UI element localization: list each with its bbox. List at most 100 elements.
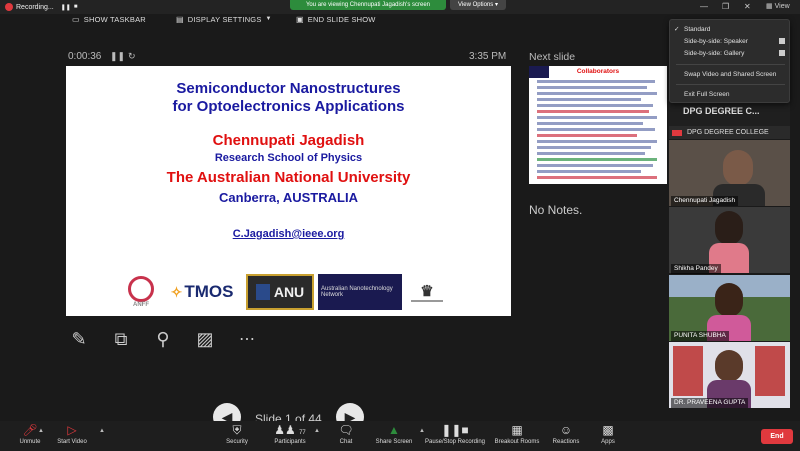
thumb-text-line xyxy=(537,98,641,101)
anff-logo-text: ANFF xyxy=(133,302,149,308)
more-options-icon[interactable]: ⋯ xyxy=(234,326,260,352)
menu-item-label: Side-by-side: Speaker xyxy=(684,38,748,45)
share-options-chevron-icon[interactable]: ▲ xyxy=(419,428,425,434)
gov-crest-text-line xyxy=(411,300,443,302)
microphone-muted-icon: 🎤︎ xyxy=(22,423,38,437)
tmos-logo-text: TMOS xyxy=(184,282,234,301)
security-button[interactable]: ⛨ Security xyxy=(207,423,267,446)
participant-count: 77 xyxy=(299,430,306,436)
display-settings-button[interactable]: ▤ DISPLAY SETTINGS ▼ xyxy=(176,12,272,26)
security-label: Security xyxy=(226,439,248,445)
apps-label: Apps xyxy=(601,439,615,445)
next-slide-title: Collaborators xyxy=(576,68,620,75)
zoom-icon[interactable]: ⚲ xyxy=(150,326,176,352)
see-all-slides-icon[interactable]: ⧉ xyxy=(108,326,134,352)
view-options-button[interactable]: View Options ▾ xyxy=(450,0,506,10)
shield-icon: ⛨ xyxy=(232,423,242,437)
end-meeting-button[interactable]: End xyxy=(761,429,793,444)
unmute-label: Unmute xyxy=(19,439,41,445)
thumb-text-line xyxy=(537,92,657,95)
participant-head xyxy=(715,350,743,382)
end-show-icon: ▣ xyxy=(296,14,304,24)
share-screen-button[interactable]: ▲ Share Screen xyxy=(364,423,424,446)
taskbar-icon: ▭ xyxy=(72,14,80,24)
participant-name-tag: Shikha Pandey xyxy=(671,264,721,274)
restore-icon[interactable]: ❐ xyxy=(722,2,729,11)
chat-label: Chat xyxy=(339,439,353,445)
anff-mark-icon xyxy=(128,276,154,302)
thumb-text-line xyxy=(537,116,657,119)
gov-crest-logo: ♛ xyxy=(406,274,448,310)
recording-label: Recording... xyxy=(16,3,54,11)
layout-icon xyxy=(779,38,785,44)
menu-item-exit-full-screen[interactable]: Exit Full Screen xyxy=(670,89,791,100)
menu-item-standard[interactable]: ✓ Standard xyxy=(670,24,791,35)
reactions-label: Reactions xyxy=(552,439,580,445)
next-slide-thumbnail[interactable]: Collaborators xyxy=(529,66,667,184)
slide-timer: 0:00:36 xyxy=(68,51,102,62)
close-icon[interactable]: ✕ xyxy=(744,2,751,11)
display-icon: ▤ xyxy=(176,14,184,24)
slide-author: Chennupati Jagadish xyxy=(212,132,365,149)
menu-item-label: Exit Full Screen xyxy=(684,91,730,98)
layout-icon xyxy=(779,50,785,56)
thumb-text-line xyxy=(537,128,655,131)
pause-timer-icon[interactable]: ❚❚ xyxy=(110,51,125,62)
thumb-text-line xyxy=(537,164,653,167)
anu-crest-icon xyxy=(255,284,270,300)
ann-logo-text: Australian Nanotechnology Network xyxy=(321,286,393,298)
thumb-text-line xyxy=(537,140,657,143)
participants-label: Participants xyxy=(274,439,306,445)
start-video-button[interactable]: ▷ Start Video xyxy=(42,424,102,446)
thumb-text-line xyxy=(537,158,657,161)
slide-email-link[interactable]: C.Jagadish@ieee.org xyxy=(66,228,511,240)
participant-name-tag: DR. PRAVEENA GUPTA xyxy=(671,398,749,408)
minimize-icon[interactable]: — xyxy=(700,2,708,11)
pause-recording-icon[interactable]: ❚❚ xyxy=(61,4,71,11)
slide-title-line1: Semiconductor Nanostructures xyxy=(176,80,401,97)
thumb-text-line xyxy=(537,134,637,137)
menu-item-side-by-side-speaker[interactable]: Side-by-side: Speaker xyxy=(670,36,791,47)
view-button[interactable]: ▦ View xyxy=(766,2,790,11)
ann-logo: Australian Nanotechnology Network xyxy=(318,274,402,310)
viewing-banner: You are viewing Chennupati Jagadish's sc… xyxy=(290,0,446,10)
record-label: Pause/Stop Recording xyxy=(424,439,486,445)
speaker-notes: No Notes. xyxy=(529,203,583,217)
participant-head xyxy=(723,150,753,186)
pen-icon[interactable]: ✎ xyxy=(66,326,92,352)
show-taskbar-button[interactable]: ▭ SHOW TASKBAR xyxy=(72,12,146,26)
end-slide-show-button[interactable]: ▣ END SLIDE SHOW xyxy=(296,12,376,26)
muted-mic-icon xyxy=(672,130,682,136)
slide-location: Canberra, AUSTRALIA xyxy=(219,190,358,205)
video-options-chevron-icon[interactable]: ▲ xyxy=(99,428,105,434)
participants-button[interactable]: ♟♟ 77 Participants xyxy=(260,424,320,446)
pause-stop-recording-button[interactable]: ❚❚■ Pause/Stop Recording xyxy=(424,423,486,446)
apps-button[interactable]: ▩ Apps xyxy=(578,423,638,446)
gallery-band: DPG DEGREE COLLEGE xyxy=(669,126,790,139)
annotation-tools: ✎ ⧉ ⚲ ▨ ⋯ xyxy=(66,326,260,352)
apps-icon: ▩ xyxy=(602,423,614,437)
stop-recording-icon[interactable]: ■ xyxy=(74,4,78,10)
anff-logo: ANFF xyxy=(124,274,158,310)
share-screen-icon: ▲ xyxy=(388,423,400,437)
thumb-text-line xyxy=(537,146,651,149)
slide-university: The Australian National University xyxy=(166,169,411,186)
menu-item-side-by-side-gallery[interactable]: Side-by-side: Gallery xyxy=(670,48,791,59)
view-options-label: View Options xyxy=(458,2,494,8)
recording-indicator[interactable]: Recording... ❚❚ ■ xyxy=(5,1,77,13)
black-screen-icon[interactable]: ▨ xyxy=(192,326,218,352)
pause-stop-icon: ❚❚■ xyxy=(441,423,469,437)
slide-title-line2: for Optoelectronics Applications xyxy=(172,98,405,115)
chat-icon: 🗨︎ xyxy=(338,423,354,437)
end-slide-show-label: END SLIDE SHOW xyxy=(307,14,376,24)
chevron-down-icon: ▼ xyxy=(265,16,272,22)
recording-dot-icon xyxy=(5,3,13,11)
share-screen-label: Share Screen xyxy=(375,439,413,445)
reset-timer-icon[interactable]: ↻ xyxy=(128,51,136,62)
background-banner xyxy=(755,346,785,396)
menu-divider xyxy=(676,84,785,85)
menu-divider xyxy=(676,64,785,65)
gov-crest-icon: ♛ xyxy=(420,283,434,300)
grid-icon: ▦ xyxy=(766,3,773,10)
menu-item-swap-video[interactable]: Swap Video and Shared Screen xyxy=(670,69,791,80)
